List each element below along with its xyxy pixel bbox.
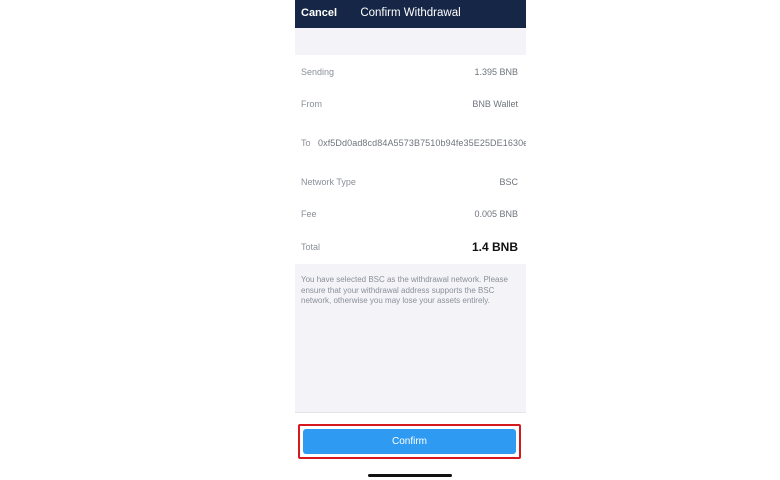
sending-row: Sending 1.395 BNB (301, 55, 518, 88)
withdrawal-details-card: Sending 1.395 BNB From BNB Wallet To 0xf… (295, 55, 526, 264)
total-label: Total (301, 241, 321, 252)
confirm-highlight-box: Confirm (298, 424, 521, 459)
phone-screen: Cancel Confirm Withdrawal Sending 1.395 … (295, 0, 526, 480)
fee-row: Fee 0.005 BNB (301, 197, 518, 230)
from-value: BNB Wallet (472, 98, 518, 109)
home-indicator (368, 474, 452, 477)
network-type-value: BSC (499, 176, 518, 187)
confirm-button[interactable]: Confirm (303, 429, 516, 454)
fee-value: 0.005 BNB (474, 208, 518, 219)
page-title: Confirm Withdrawal (360, 7, 461, 19)
sending-label: Sending (301, 66, 335, 77)
total-row: Total 1.4 BNB (301, 230, 518, 263)
network-type-row: Network Type BSC (301, 165, 518, 198)
sending-value: 1.395 BNB (474, 66, 518, 77)
to-address-value: 0xf5Dd0ad8cd84A5573B7510b94fe35E25DE1630… (318, 137, 526, 148)
total-value: 1.4 BNB (471, 239, 518, 254)
nav-bar: Cancel Confirm Withdrawal (295, 0, 526, 28)
network-type-label: Network Type (301, 176, 356, 187)
network-warning-text: You have selected BSC as the withdrawal … (301, 275, 508, 305)
from-label: From (301, 98, 322, 109)
from-row: From BNB Wallet (301, 87, 518, 120)
to-row: To 0xf5Dd0ad8cd84A5573B7510b94fe35E25DE1… (301, 125, 526, 161)
footer-bar: Confirm (295, 412, 526, 480)
to-label: To (301, 138, 311, 148)
fee-label: Fee (301, 208, 317, 219)
